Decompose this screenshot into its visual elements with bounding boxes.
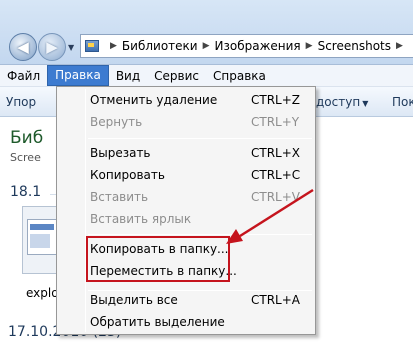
menu-view[interactable]: Вид <box>109 65 147 87</box>
menu-item-label: Вставить <box>90 190 149 204</box>
library-title: Биб <box>10 128 44 148</box>
menu-item-label: Выделить все <box>90 293 178 307</box>
menu-file[interactable]: Файл <box>0 65 47 87</box>
menu-item-cut[interactable]: Вырезать CTRL+X <box>90 142 312 164</box>
menu-item-redo[interactable]: Вернуть CTRL+Y <box>90 111 312 133</box>
window-titlebar: ◀ ▶ ▼ ▶ Библиотеки ▶ Изображения ▶ Scree… <box>0 0 413 65</box>
menu-item-shortcut: CTRL+Y <box>251 115 300 129</box>
annotation-highlight-box <box>86 236 230 282</box>
edit-menu-dropdown: Отменить удаление CTRL+Z Вернуть CTRL+Y … <box>56 86 316 335</box>
file-name-label[interactable]: explo <box>26 286 59 300</box>
menu-item-label: Вставить ярлык <box>90 212 192 226</box>
menu-item-shortcut: CTRL+X <box>251 146 301 160</box>
arrow-right-icon: ▶ <box>46 38 58 56</box>
menu-item-paste[interactable]: Вставить CTRL+V <box>90 186 312 208</box>
menu-item-shortcut: CTRL+Z <box>251 93 301 107</box>
menu-gutter <box>85 89 86 332</box>
organize-button[interactable]: Упор <box>6 95 36 109</box>
menu-separator <box>88 234 312 235</box>
screenshot-image <box>27 219 57 255</box>
menu-item-label: Вырезать <box>90 146 151 160</box>
menu-item-undo-delete[interactable]: Отменить удаление CTRL+Z <box>90 89 312 111</box>
menu-item-label: Вернуть <box>90 115 143 129</box>
recent-pages-dropdown-icon[interactable]: ▼ <box>68 43 74 52</box>
share-button[interactable]: доступ ▼ <box>316 95 368 109</box>
menu-item-paste-shortcut[interactable]: Вставить ярлык <box>90 208 312 230</box>
menu-item-invert-selection[interactable]: Обратить выделение <box>90 311 312 333</box>
share-label: доступ <box>316 95 361 109</box>
chevron-right-icon[interactable]: ▶ <box>110 41 117 51</box>
menu-separator <box>88 138 312 139</box>
library-subtitle: Scree <box>10 151 41 164</box>
address-bar[interactable]: ▶ Библиотеки ▶ Изображения ▶ Screenshots… <box>80 34 413 58</box>
menu-item-select-all[interactable]: Выделить все CTRL+A <box>90 289 312 311</box>
chevron-right-icon[interactable]: ▶ <box>396 41 403 51</box>
menu-edit[interactable]: Правка <box>47 65 109 86</box>
chevron-right-icon[interactable]: ▶ <box>306 41 313 51</box>
menu-item-label: Копировать <box>90 168 165 182</box>
chevron-down-icon: ▼ <box>362 99 369 108</box>
menu-item-shortcut: CTRL+C <box>251 168 301 182</box>
menu-item-shortcut: CTRL+A <box>251 293 300 307</box>
menu-help[interactable]: Справка <box>206 65 273 87</box>
arrow-left-icon: ◀ <box>17 38 29 56</box>
group-header-date[interactable]: 18.1 <box>10 184 41 200</box>
back-button[interactable]: ◀ <box>9 33 37 61</box>
libraries-icon <box>85 40 99 52</box>
menu-bar: Файл Правка Вид Сервис Справка <box>0 65 413 87</box>
menu-item-label: Отменить удаление <box>90 93 218 107</box>
breadcrumb-screenshots[interactable]: Screenshots <box>318 39 391 53</box>
menu-tools[interactable]: Сервис <box>147 65 206 87</box>
menu-item-shortcut: CTRL+V <box>251 190 300 204</box>
chevron-right-icon[interactable]: ▶ <box>203 41 210 51</box>
menu-item-label: Обратить выделение <box>90 315 225 329</box>
slideshow-button[interactable]: Пок <box>392 95 413 109</box>
menu-item-copy[interactable]: Копировать CTRL+C <box>90 164 312 186</box>
breadcrumb-images[interactable]: Изображения <box>215 39 301 53</box>
breadcrumb-libraries[interactable]: Библиотеки <box>122 39 198 53</box>
forward-button[interactable]: ▶ <box>38 33 66 61</box>
